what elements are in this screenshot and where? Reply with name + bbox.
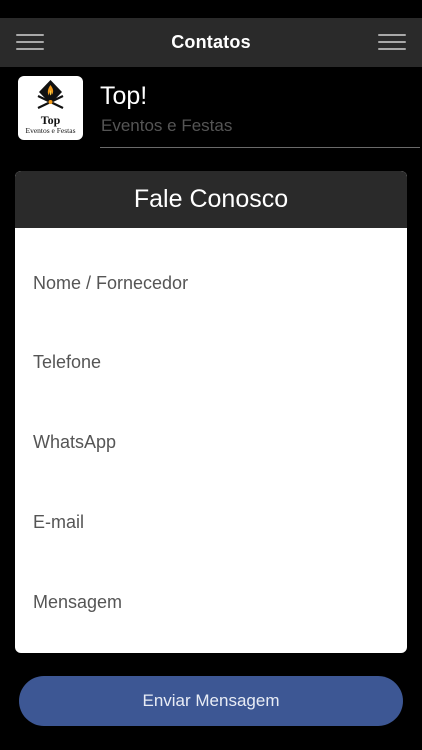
hamburger-menu-icon[interactable] (16, 34, 44, 52)
whatsapp-placeholder: WhatsApp (33, 431, 117, 452)
brand-header: Top Eventos e Festas Top! Eventos e Fest… (18, 76, 422, 151)
form-header: Fale Conosco (15, 171, 407, 228)
name-supplier-field[interactable]: Nome / Fornecedor (15, 255, 407, 311)
brand-name: Top! (100, 82, 148, 110)
form-title: Fale Conosco (133, 185, 289, 213)
hamburger-menu-icon[interactable] (378, 34, 406, 52)
email-field[interactable]: E-mail (15, 494, 407, 550)
send-message-label: Enviar Mensagem (142, 691, 280, 710)
email-placeholder: E-mail (33, 511, 85, 532)
phone-placeholder: Telefone (33, 351, 102, 372)
navigation-bar: Contatos (0, 18, 422, 67)
brand-tagline: Eventos e Festas (101, 116, 233, 135)
logo-subtitle: Eventos e Festas (25, 126, 76, 135)
page-title: Contatos (171, 32, 251, 52)
divider (100, 147, 420, 148)
phone-field[interactable]: Telefone (15, 334, 407, 390)
contact-form-card: Fale Conosco Nome / Fornecedor Telefone … (15, 171, 407, 653)
message-placeholder: Mensagem (33, 591, 123, 612)
name-supplier-placeholder: Nome / Fornecedor (33, 272, 189, 293)
whatsapp-field[interactable]: WhatsApp (15, 414, 407, 470)
grill-flame-logo (37, 80, 64, 109)
message-field[interactable]: Mensagem (15, 574, 407, 630)
send-message-button[interactable]: Enviar Mensagem (19, 676, 403, 726)
logo: Top Eventos e Festas (18, 76, 83, 140)
